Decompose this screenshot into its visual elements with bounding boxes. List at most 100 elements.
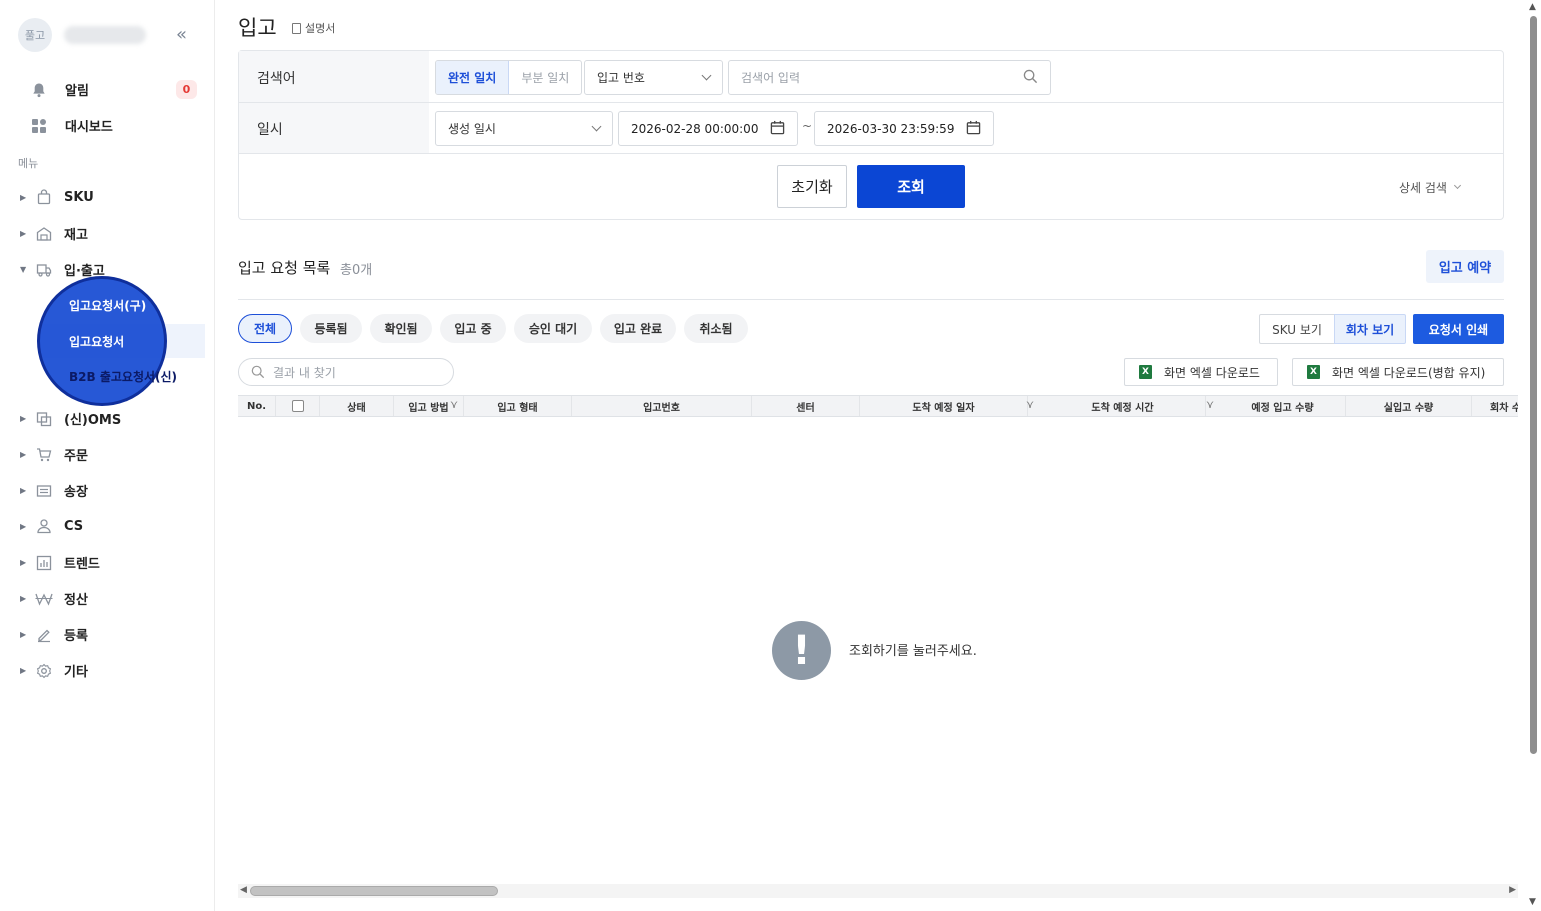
- collapse-sidebar-icon[interactable]: «: [176, 26, 187, 44]
- inbound-reserve-button[interactable]: 입고 예약: [1426, 250, 1504, 283]
- partial-match-option[interactable]: 부분 일치: [509, 61, 581, 94]
- filter-chip-confirmed[interactable]: 확인됨: [370, 314, 432, 343]
- column-center[interactable]: 센터: [752, 396, 860, 416]
- caret-right-icon: ▶: [20, 486, 27, 495]
- exact-match-option[interactable]: 완전 일치: [436, 61, 510, 94]
- submenu-inbound-request-old[interactable]: 입고요청서(구): [69, 297, 146, 314]
- excel-download-button[interactable]: X 화면 엑셀 다운로드: [1124, 358, 1278, 386]
- date-from-input[interactable]: 2026-02-28 00:00:00: [618, 111, 798, 146]
- sidebar-item-register[interactable]: ▶ 등록: [20, 625, 88, 644]
- date-to-input[interactable]: 2026-03-30 23:59:59: [814, 111, 994, 146]
- sidebar-item-invoice[interactable]: ▶ 송장: [20, 481, 88, 500]
- column-actual-qty[interactable]: 실입고 수량: [1346, 396, 1472, 416]
- date-separator: ~: [802, 119, 813, 133]
- sidebar-item-etc[interactable]: ▶ 기타: [20, 661, 88, 680]
- calendar-icon[interactable]: [770, 120, 785, 138]
- bag-icon: [34, 188, 54, 206]
- dashboard-icon: [30, 117, 48, 135]
- caret-right-icon: ▶: [20, 229, 27, 238]
- caret-right-icon: ▶: [20, 192, 27, 202]
- sidebar-item-orders[interactable]: ▶ 주문: [20, 445, 88, 464]
- avatar: 풀고: [18, 18, 52, 52]
- empty-state-message: 조회하기를 눌러주세요.: [849, 644, 977, 659]
- vertical-scrollbar[interactable]: ▲ ▼: [1526, 0, 1541, 911]
- filter-chip-canceled[interactable]: 취소됨: [684, 314, 748, 343]
- table-header: No. 상태 입고 방법 ⋎ 입고 형태 입고번호 센터 도착 예정 일자 ⋎ …: [238, 395, 1518, 417]
- sidebar-item-trend[interactable]: ▶ 트렌드: [20, 553, 100, 572]
- search-field-select[interactable]: 입고 번호: [584, 60, 723, 95]
- row-divider: [239, 153, 1503, 154]
- sidebar-item-label: 송장: [64, 485, 88, 500]
- column-status[interactable]: 상태: [320, 396, 394, 416]
- excel-icon: X: [1307, 365, 1320, 379]
- sidebar-item-settlement[interactable]: ▶ 정산: [20, 589, 88, 608]
- filter-chip-in-progress[interactable]: 입고 중: [440, 314, 506, 343]
- print-request-button[interactable]: 요청서 인쇄: [1413, 314, 1504, 344]
- horizontal-scrollbar[interactable]: ◀ ▶: [238, 884, 1518, 898]
- profile-name-blurred: [64, 26, 146, 44]
- document-icon: [292, 22, 301, 34]
- section-divider: [238, 299, 1504, 300]
- column-trip-count[interactable]: 회차 수: [1472, 396, 1518, 416]
- filter-chip-awaiting-approval[interactable]: 승인 대기: [514, 314, 592, 343]
- search-button[interactable]: 조회: [857, 165, 965, 208]
- vertical-scroll-thumb[interactable]: [1530, 16, 1537, 754]
- column-inbound-type[interactable]: 입고 형태: [464, 396, 572, 416]
- pen-icon: [34, 626, 54, 644]
- sidebar-item-dashboard[interactable]: 대시보드: [30, 116, 113, 135]
- filter-icon[interactable]: ⋎: [1206, 398, 1214, 411]
- select-all-cell: [276, 396, 320, 416]
- filter-icon[interactable]: ⋎: [450, 398, 458, 411]
- sidebar-item-label: 주문: [64, 449, 88, 464]
- caret-down-icon: ▼: [20, 265, 27, 274]
- sku-view-button[interactable]: SKU 보기: [1259, 314, 1335, 344]
- sidebar-item-label: (신)OMS: [64, 413, 122, 428]
- calendar-icon[interactable]: [966, 120, 981, 138]
- search-field-value: 입고 번호: [597, 71, 645, 85]
- search-icon[interactable]: [1023, 69, 1038, 87]
- column-no[interactable]: No.: [238, 396, 276, 416]
- sidebar-item-alerts[interactable]: 알림: [30, 80, 89, 99]
- scroll-left-icon[interactable]: ◀: [240, 885, 247, 895]
- caret-right-icon: ▶: [20, 666, 27, 675]
- scroll-up-icon[interactable]: ▲: [1529, 2, 1536, 12]
- chevron-down-icon: [1453, 181, 1462, 190]
- trip-view-button[interactable]: 회차 보기: [1334, 314, 1406, 344]
- column-inbound-number[interactable]: 입고번호: [572, 396, 752, 416]
- filter-icon[interactable]: ⋎: [1026, 398, 1034, 411]
- submenu-inbound-request[interactable]: 입고요청서: [69, 333, 124, 350]
- find-in-results-input[interactable]: 결과 내 찾기: [238, 358, 454, 386]
- select-all-checkbox[interactable]: [291, 400, 304, 412]
- horizontal-scroll-thumb[interactable]: [250, 886, 498, 896]
- sidebar-item-sku[interactable]: ▶ SKU: [20, 188, 94, 206]
- column-arrival-time[interactable]: 도착 예정 시간: [1040, 396, 1206, 416]
- submenu-b2b-outbound-request[interactable]: B2B 출고요청서(신): [69, 368, 177, 385]
- manual-link[interactable]: 설명서: [292, 20, 335, 36]
- filter-chip-completed[interactable]: 입고 완료: [600, 314, 676, 343]
- find-placeholder: 결과 내 찾기: [273, 365, 336, 380]
- reset-button[interactable]: 초기화: [777, 165, 847, 208]
- sidebar-item-label: 기타: [64, 665, 88, 680]
- sidebar-item-oms[interactable]: ▶ (신)OMS: [20, 409, 121, 428]
- date-type-select[interactable]: 생성 일시: [435, 111, 613, 146]
- alert-count-badge: 0: [176, 80, 197, 99]
- truck-icon: [34, 261, 54, 279]
- date-to-value: 2026-03-30 23:59:59: [827, 121, 955, 136]
- filter-chip-registered[interactable]: 등록됨: [300, 314, 362, 343]
- column-planned-qty[interactable]: 예정 입고 수량: [1220, 396, 1346, 416]
- excel-download-merge-button[interactable]: X 화면 엑셀 다운로드(병합 유지): [1292, 358, 1504, 386]
- excel-icon: X: [1139, 365, 1152, 379]
- scroll-right-icon[interactable]: ▶: [1509, 885, 1516, 895]
- caret-right-icon: ▶: [20, 450, 27, 459]
- scroll-down-icon[interactable]: ▼: [1529, 897, 1536, 907]
- sidebar-item-label: 트렌드: [64, 557, 100, 572]
- sidebar-item-cs[interactable]: ▶ CS: [20, 517, 83, 535]
- filter-chip-all[interactable]: 전체: [238, 314, 292, 343]
- chevron-down-icon: [591, 121, 602, 132]
- profile[interactable]: 풀고: [18, 18, 146, 52]
- sidebar-item-inventory[interactable]: ▶ 재고: [20, 224, 88, 243]
- advanced-search-toggle[interactable]: 상세 검색: [1399, 179, 1462, 196]
- keyword-input[interactable]: 검색어 입력: [728, 60, 1051, 95]
- column-arrival-date[interactable]: 도착 예정 일자: [860, 396, 1028, 416]
- chevron-down-icon: [701, 70, 712, 81]
